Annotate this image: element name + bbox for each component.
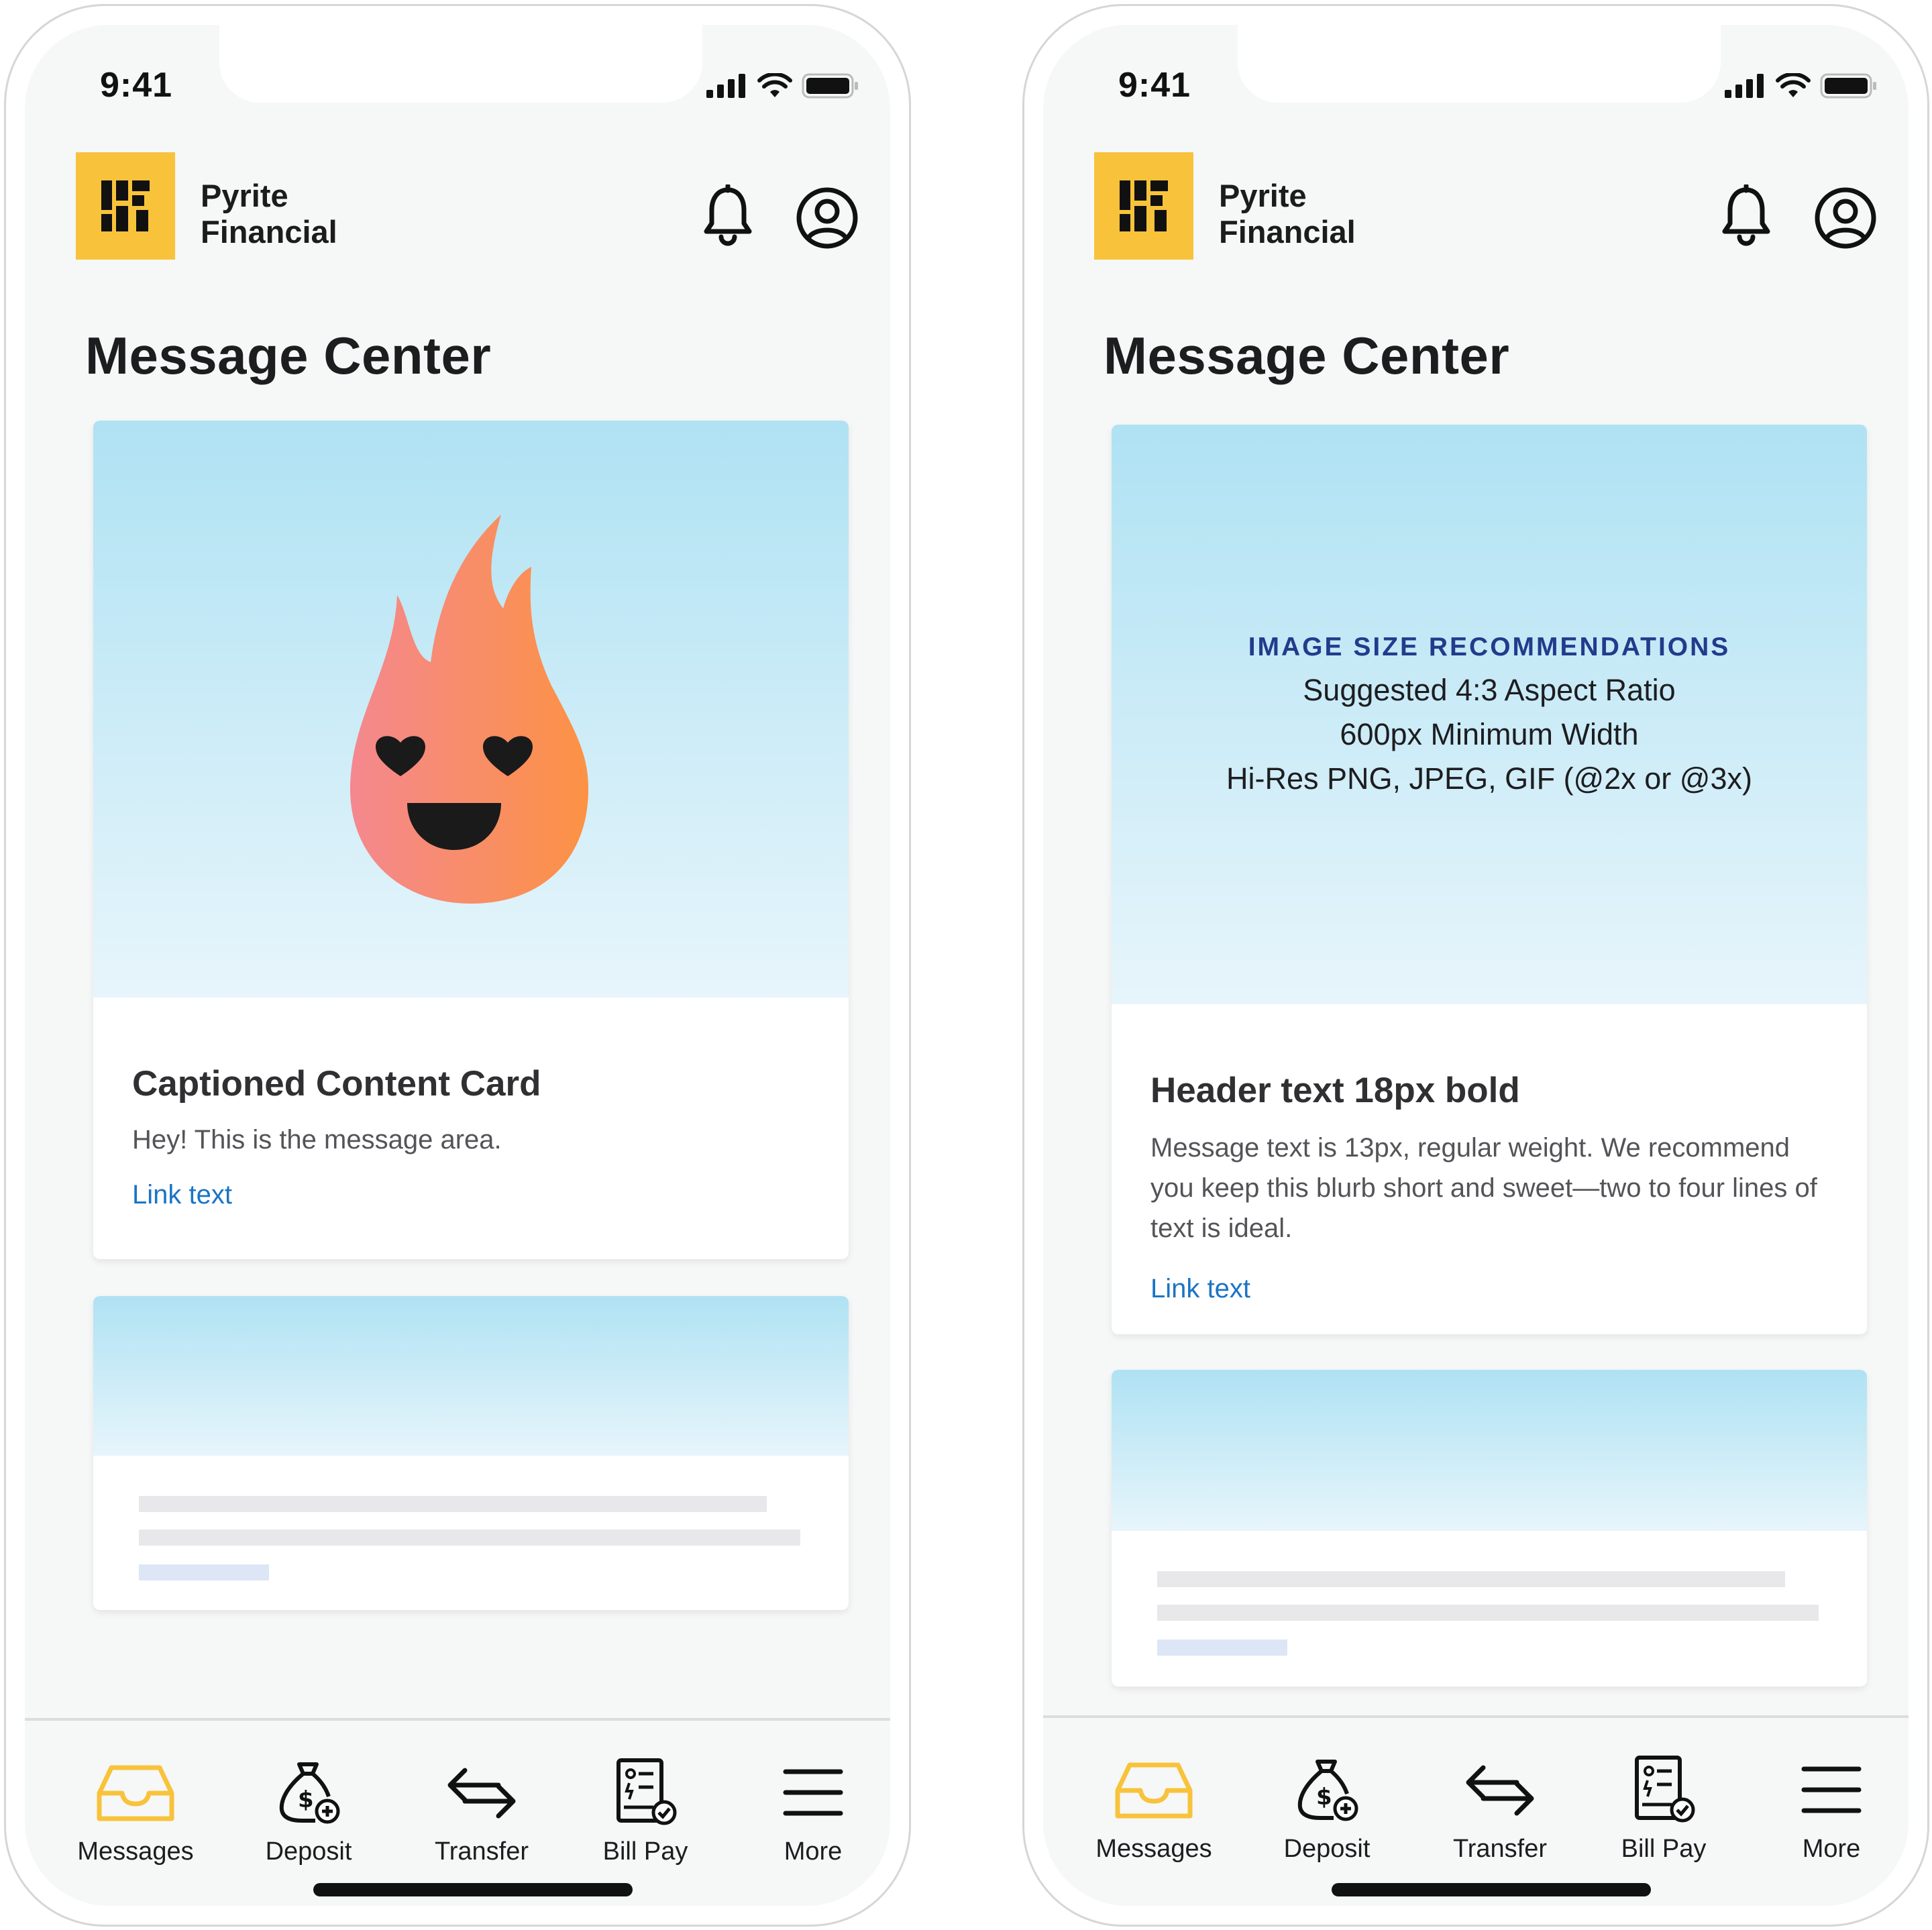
- tab-label: Transfer: [1452, 1835, 1548, 1863]
- status-icons: [706, 73, 859, 99]
- tab-label: Bill Pay: [1621, 1835, 1707, 1863]
- brand-line2: Financial: [201, 214, 337, 250]
- brand-name: Pyrite Financial: [201, 178, 337, 250]
- account-icon[interactable]: [795, 186, 859, 250]
- brand-line2: Financial: [1219, 214, 1356, 250]
- card-image: IMAGE SIZE RECOMMENDATIONS Suggested 4:3…: [1112, 425, 1867, 1004]
- hamburger-menu-icon: [1801, 1766, 1862, 1813]
- tab-label: Messages: [77, 1837, 194, 1866]
- phone-right: 9:41 Pyrite Financial Message Center IMA…: [1022, 4, 1929, 1927]
- svg-text:$: $: [298, 1786, 314, 1813]
- image-size-heading: IMAGE SIZE RECOMMENDATIONS: [1248, 633, 1731, 661]
- brand-line1: Pyrite: [1219, 178, 1307, 213]
- inbox-icon: [97, 1765, 174, 1821]
- guidelines-content-card[interactable]: IMAGE SIZE RECOMMENDATIONS Suggested 4:3…: [1112, 425, 1867, 1334]
- skeleton-line: [139, 1496, 767, 1512]
- image-size-line: Hi-Res PNG, JPEG, GIF (@2x or @3x): [1226, 761, 1752, 796]
- pyrite-logo[interactable]: [76, 152, 175, 260]
- wifi-icon: [757, 73, 792, 97]
- home-indicator[interactable]: [1332, 1883, 1651, 1896]
- transfer-arrows-icon: [447, 1768, 516, 1819]
- skeleton-line: [1157, 1571, 1785, 1587]
- screen-left: 9:41 Pyrite Financial Message Center Cap…: [25, 25, 890, 1906]
- skeleton-line: [139, 1530, 800, 1546]
- skeleton-link: [1157, 1640, 1287, 1656]
- tab-bar: Messages $ Deposit Transfer Bill Pay Mor…: [25, 1718, 890, 1906]
- inbox-icon: [1115, 1762, 1193, 1819]
- tab-deposit[interactable]: $ Deposit: [238, 1756, 379, 1866]
- tab-label: Transfer: [434, 1837, 529, 1866]
- tab-bill-pay[interactable]: Bill Pay: [1593, 1753, 1734, 1864]
- svg-text:$: $: [1316, 1784, 1332, 1811]
- tab-bar: Messages $ Deposit Transfer Bill Pay Mor…: [1043, 1715, 1909, 1906]
- card-title: Header text 18px bold: [1150, 1071, 1520, 1110]
- tab-more[interactable]: More: [743, 1756, 883, 1866]
- card-link[interactable]: Link text: [132, 1180, 232, 1210]
- wifi-icon: [1776, 73, 1811, 97]
- notch: [1238, 25, 1721, 103]
- signal-icon: [706, 74, 745, 98]
- tab-transfer[interactable]: Transfer: [411, 1756, 552, 1866]
- screen-right: 9:41 Pyrite Financial Message Center IMA…: [1043, 25, 1909, 1906]
- money-bag-icon: $: [279, 1762, 340, 1824]
- tab-bill-pay[interactable]: Bill Pay: [575, 1756, 716, 1866]
- bill-icon: [1635, 1756, 1695, 1823]
- battery-icon: [802, 73, 858, 99]
- pyrite-logo[interactable]: [1094, 152, 1193, 260]
- tab-label: Deposit: [1283, 1835, 1371, 1863]
- page-title: Message Center: [1104, 326, 1510, 385]
- account-icon[interactable]: [1813, 186, 1878, 250]
- bill-icon: [616, 1758, 677, 1825]
- placeholder-image: [1112, 1370, 1867, 1531]
- bell-icon[interactable]: [1721, 184, 1772, 246]
- placeholder-card[interactable]: [93, 1296, 849, 1610]
- image-size-line: Suggested 4:3 Aspect Ratio: [1303, 673, 1676, 707]
- tab-label: More: [1802, 1835, 1861, 1863]
- captioned-content-card[interactable]: Captioned Content Card Hey! This is the …: [93, 421, 849, 1259]
- logo-mark-icon: [1120, 180, 1168, 231]
- brand-name: Pyrite Financial: [1219, 178, 1356, 250]
- skeleton-link: [139, 1564, 269, 1580]
- card-link[interactable]: Link text: [1150, 1274, 1250, 1304]
- page-title: Message Center: [85, 326, 492, 385]
- status-icons: [1725, 73, 1878, 99]
- notch: [219, 25, 702, 103]
- status-time: 9:41: [100, 66, 173, 105]
- battery-icon: [1820, 73, 1876, 99]
- money-bag-icon: $: [1297, 1760, 1358, 1821]
- phone-left: 9:41 Pyrite Financial Message Center Cap…: [4, 4, 911, 1927]
- happy-flame-icon: [350, 515, 588, 904]
- status-time: 9:41: [1118, 66, 1191, 105]
- card-message: Hey! This is the message area.: [132, 1125, 502, 1155]
- placeholder-card[interactable]: [1112, 1370, 1867, 1686]
- home-indicator[interactable]: [313, 1883, 633, 1896]
- hamburger-menu-icon: [783, 1769, 843, 1816]
- card-image: [93, 421, 849, 998]
- transfer-arrows-icon: [1466, 1765, 1534, 1816]
- brand-line1: Pyrite: [201, 178, 288, 213]
- card-title: Captioned Content Card: [132, 1064, 541, 1104]
- tab-label: More: [784, 1837, 843, 1866]
- bell-icon[interactable]: [702, 184, 753, 246]
- placeholder-image: [93, 1296, 849, 1456]
- image-size-line: 600px Minimum Width: [1340, 717, 1639, 751]
- tab-more[interactable]: More: [1761, 1753, 1902, 1864]
- tab-label: Bill Pay: [602, 1837, 688, 1866]
- logo-mark-icon: [101, 180, 150, 231]
- tab-transfer[interactable]: Transfer: [1430, 1753, 1570, 1864]
- tab-label: Messages: [1095, 1835, 1212, 1863]
- tab-deposit[interactable]: $ Deposit: [1256, 1753, 1397, 1864]
- tab-label: Deposit: [265, 1837, 352, 1866]
- signal-icon: [1725, 74, 1764, 98]
- tab-messages[interactable]: Messages: [1083, 1753, 1224, 1864]
- card-message: Message text is 13px, regular weight. We…: [1150, 1133, 1817, 1243]
- tab-messages[interactable]: Messages: [65, 1756, 206, 1866]
- skeleton-line: [1157, 1605, 1819, 1621]
